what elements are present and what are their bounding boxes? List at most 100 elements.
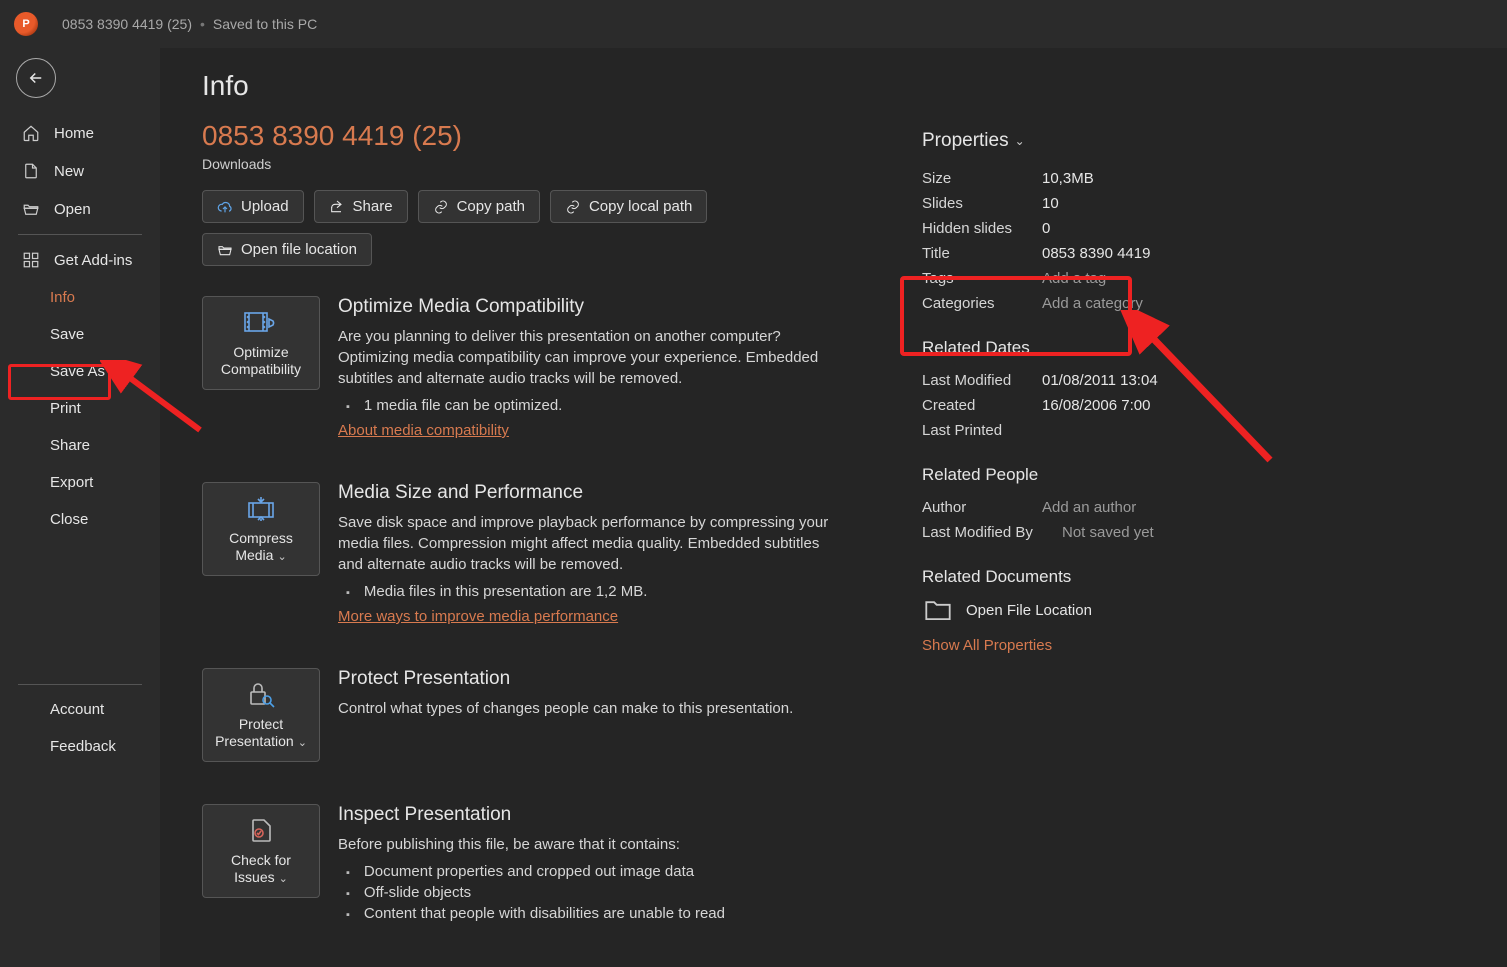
inspect-bullet-3: Content that people with disabilities ar… (346, 903, 842, 924)
backstage-sidebar: Home New Open Get Add-ins Info Save Save… (0, 48, 160, 967)
inspect-bullet-2: Off-slide objects (346, 882, 842, 903)
nav-save-label: Save (50, 326, 84, 343)
file-name: 0853 8390 4419 (25) (202, 120, 842, 152)
compress-media-tile[interactable]: Compress Media⌄ (202, 482, 320, 576)
chevron-down-icon: ⌄ (1015, 134, 1025, 148)
related-dates-header: Related Dates (922, 338, 1262, 358)
chevron-down-icon: ⌄ (298, 737, 307, 749)
prop-author-key: Author (922, 499, 1042, 516)
nav-home[interactable]: Home (0, 114, 160, 152)
prop-created-value: 16/08/2006 7:00 (1042, 397, 1150, 414)
nav-feedback[interactable]: Feedback (0, 728, 160, 765)
inspect-icon (246, 816, 276, 846)
about-media-compatibility-link[interactable]: About media compatibility (338, 422, 509, 439)
prop-modifiedby-key: Last Modified By (922, 524, 1062, 541)
prop-modified-value: 01/08/2011 13:04 (1042, 372, 1158, 389)
share-button[interactable]: Share (314, 190, 408, 223)
prop-tags-value[interactable]: Add a tag (1042, 270, 1106, 287)
compress-bullet-1: Media files in this presentation are 1,2… (346, 581, 842, 602)
check-for-issues-tile[interactable]: Check for Issues⌄ (202, 804, 320, 898)
addins-icon (22, 251, 40, 269)
copy-path-label: Copy path (457, 198, 525, 215)
link-icon (433, 199, 449, 215)
nav-saveas-label: Save As (50, 363, 105, 380)
show-all-properties-link[interactable]: Show All Properties (922, 637, 1052, 654)
nav-addins-label: Get Add-ins (54, 252, 132, 269)
prop-tags-key: Tags (922, 270, 1042, 287)
inspect-bullet-1: Document properties and cropped out imag… (346, 861, 842, 882)
prop-categories-value[interactable]: Add a category (1042, 295, 1143, 312)
upload-label: Upload (241, 198, 289, 215)
nav-info[interactable]: Info (0, 279, 160, 316)
nav-info-label: Info (50, 289, 75, 306)
nav-open[interactable]: Open (0, 190, 160, 228)
home-icon (22, 124, 40, 142)
nav-open-label: Open (54, 201, 91, 218)
nav-feedback-label: Feedback (50, 738, 116, 755)
link-icon (565, 199, 581, 215)
folder-open-icon (22, 200, 40, 218)
inspect-body: Before publishing this file, be aware th… (338, 834, 842, 855)
share-label: Share (353, 198, 393, 215)
sidebar-divider (18, 234, 142, 235)
powerpoint-logo-icon: P (14, 12, 38, 36)
nav-close-label: Close (50, 511, 88, 528)
open-file-location-link[interactable]: Open File Location (922, 597, 1262, 623)
properties-header-label: Properties (922, 130, 1009, 152)
protect-presentation-tile[interactable]: Protect Presentation⌄ (202, 668, 320, 762)
nav-export[interactable]: Export (0, 464, 160, 501)
copy-path-button[interactable]: Copy path (418, 190, 540, 223)
nav-new[interactable]: New (0, 152, 160, 190)
nav-saveas[interactable]: Save As (0, 353, 160, 390)
optimize-bullet-1: 1 media file can be optimized. (346, 395, 842, 416)
improve-media-link[interactable]: More ways to improve media performance (338, 608, 618, 625)
open-file-location-button[interactable]: Open file location (202, 233, 372, 266)
prop-author-value[interactable]: Add an author (1042, 499, 1136, 516)
optimize-body: Are you planning to deliver this present… (338, 326, 842, 389)
copy-local-path-button[interactable]: Copy local path (550, 190, 707, 223)
film-sound-icon (243, 308, 279, 338)
prop-slides-value: 10 (1042, 195, 1059, 212)
open-file-location-label: Open file location (241, 241, 357, 258)
related-people-header: Related People (922, 465, 1262, 485)
page-title: Info (202, 70, 842, 102)
nav-share-label: Share (50, 437, 90, 454)
prop-size-key: Size (922, 170, 1042, 187)
optimize-compatibility-tile[interactable]: Optimize Compatibility (202, 296, 320, 390)
file-location: Downloads (202, 156, 842, 172)
upload-button[interactable]: Upload (202, 190, 304, 223)
nav-export-label: Export (50, 474, 93, 491)
nav-home-label: Home (54, 125, 94, 142)
prop-created-key: Created (922, 397, 1042, 414)
prop-title-key: Title (922, 245, 1042, 262)
properties-panel: Properties ⌄ Size10,3MB Slides10 Hidden … (922, 70, 1262, 945)
compress-body: Save disk space and improve playback per… (338, 512, 842, 575)
nav-print-label: Print (50, 400, 81, 417)
nav-account-label: Account (50, 701, 104, 718)
properties-dropdown[interactable]: Properties ⌄ (922, 130, 1262, 152)
prop-size-value: 10,3MB (1042, 170, 1094, 187)
protect-title: Protect Presentation (338, 668, 842, 690)
lock-search-icon (245, 680, 277, 710)
nav-addins[interactable]: Get Add-ins (0, 241, 160, 279)
optimize-title: Optimize Media Compatibility (338, 296, 842, 318)
nav-account[interactable]: Account (0, 691, 160, 728)
prop-printed-key: Last Printed (922, 422, 1042, 439)
open-file-location-text: Open File Location (966, 602, 1092, 619)
nav-close[interactable]: Close (0, 501, 160, 538)
nav-print[interactable]: Print (0, 390, 160, 427)
folder-open-icon (217, 242, 233, 258)
compress-title: Media Size and Performance (338, 482, 842, 504)
inspect-title: Inspect Presentation (338, 804, 842, 826)
share-icon (329, 199, 345, 215)
protect-tile-label: Protect Presentation⌄ (207, 716, 315, 750)
chevron-down-icon: ⌄ (279, 873, 288, 885)
optimize-tile-label: Optimize Compatibility (207, 344, 315, 378)
nav-save[interactable]: Save (0, 316, 160, 353)
nav-share[interactable]: Share (0, 427, 160, 464)
chevron-down-icon: ⌄ (277, 551, 286, 563)
back-button[interactable] (16, 58, 56, 98)
document-icon (22, 162, 40, 180)
prop-modifiedby-value: Not saved yet (1062, 524, 1154, 541)
titlebar-saved-status: Saved to this PC (213, 16, 317, 32)
